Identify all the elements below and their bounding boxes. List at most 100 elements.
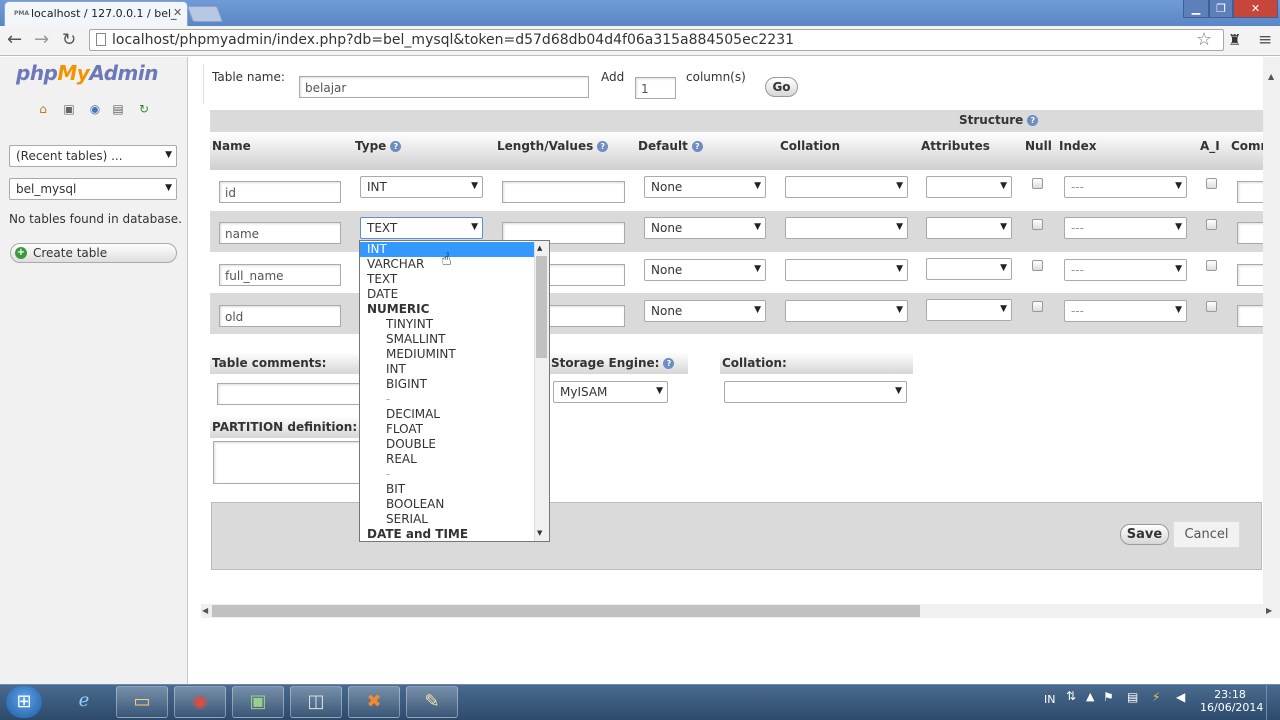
partition-textarea[interactable] (213, 441, 363, 484)
notepad-icon[interactable]: ✎ (406, 686, 458, 718)
create-table-button[interactable]: Create table (10, 243, 177, 263)
chrome-icon[interactable]: ◉ (174, 686, 226, 718)
browser-tab[interactable]: localhost / 127.0.0.1 / bel_ (4, 1, 188, 26)
type-option[interactable]: BIT (360, 482, 535, 497)
reload-icon[interactable]: ↻ (62, 31, 76, 49)
save-button[interactable]: Save (1120, 524, 1169, 545)
ai-checkbox[interactable] (1206, 301, 1217, 312)
type-option[interactable]: REAL (360, 452, 535, 467)
minimize-button[interactable]: ▁ (1183, 0, 1209, 18)
type-option[interactable]: TINYINT (360, 317, 535, 332)
column-attributes-select[interactable]: ▼ (926, 217, 1012, 239)
show-hidden-icons[interactable]: ▲ (1086, 690, 1094, 703)
help-icon[interactable]: ? (597, 141, 609, 152)
column-type-select[interactable]: TEXT ▼ (360, 217, 483, 239)
action-center-icon[interactable]: ⚑ (1103, 690, 1114, 704)
volume-icon[interactable]: ◀ (1176, 690, 1185, 704)
column-index-select[interactable]: --- ▼ (1064, 176, 1187, 198)
database-select[interactable]: bel_mysql ▼ (9, 178, 177, 200)
type-option[interactable]: - (360, 467, 535, 482)
camera-icon[interactable]: ◫ (290, 686, 342, 718)
ai-checkbox[interactable] (1206, 178, 1217, 189)
phpmyadmin-logo[interactable]: phpMyAdmin (16, 61, 158, 85)
type-option[interactable]: MEDIUMINT (360, 347, 535, 362)
column-collation-select[interactable]: ▼ (785, 300, 908, 322)
column-index-select[interactable]: --- ▼ (1064, 217, 1187, 239)
xampp-icon[interactable]: ✖ (348, 686, 400, 718)
device-tray-icon[interactable]: ▤ (1127, 690, 1138, 704)
scroll-down-icon[interactable]: ▼ (537, 529, 542, 537)
help-icon[interactable]: ? (691, 141, 703, 152)
null-checkbox[interactable] (1032, 178, 1043, 189)
column-length-input[interactable] (502, 181, 625, 203)
column-name-input[interactable]: full_name (219, 264, 341, 286)
address-bar[interactable]: localhost/phpmyadmin/index.php?db=bel_my… (89, 29, 1224, 51)
column-collation-select[interactable]: ▼ (785, 217, 908, 239)
go-button[interactable]: Go (765, 77, 798, 97)
column-collation-select[interactable]: ▼ (785, 259, 908, 281)
cancel-button[interactable]: Cancel (1173, 521, 1240, 548)
reload-navigation-icon[interactable]: ↻ (137, 102, 151, 116)
home-icon[interactable]: ⌂ (36, 102, 50, 116)
storage-engine-select[interactable]: MyISAM ▼ (553, 381, 668, 403)
column-collation-select[interactable]: ▼ (785, 176, 908, 198)
close-window-button[interactable]: ✕ (1233, 0, 1278, 18)
type-option[interactable]: DOUBLE (360, 437, 535, 452)
extension-icon[interactable]: ♜ (1228, 31, 1241, 49)
scroll-up-icon[interactable]: ▲ (537, 244, 542, 252)
type-option[interactable]: - (360, 392, 535, 407)
help-icon[interactable]: ? (663, 358, 675, 369)
dropdown-scroll-thumb[interactable] (536, 256, 547, 358)
column-default-select[interactable]: None ▼ (644, 259, 766, 281)
table-comments-input[interactable] (217, 383, 367, 405)
show-desktop-button[interactable] (1266, 685, 1280, 720)
table-collation-select[interactable]: ▼ (724, 381, 907, 403)
type-option[interactable]: DATE (360, 287, 535, 302)
column-name-input[interactable]: id (219, 181, 341, 203)
tab-close-icon[interactable]: ✕ (173, 6, 182, 19)
bookmark-star-icon[interactable]: ☆ (1196, 29, 1212, 50)
type-option[interactable]: TEXT (360, 272, 535, 287)
recent-tables-select[interactable]: (Recent tables) ... ▼ (9, 145, 177, 167)
internet-explorer-icon[interactable]: ℯ (58, 686, 110, 718)
back-icon[interactable]: ← (7, 31, 22, 49)
vertical-scrollbar[interactable] (1263, 57, 1280, 604)
column-default-select[interactable]: None ▼ (644, 300, 766, 322)
maximize-button[interactable]: ❐ (1209, 0, 1233, 18)
table-name-input[interactable]: belajar (299, 76, 589, 98)
column-name-input[interactable]: name (219, 222, 341, 244)
scroll-right-icon[interactable]: ▶ (1266, 606, 1272, 615)
menu-icon[interactable]: ≡ (1258, 30, 1272, 50)
column-index-select[interactable]: --- ▼ (1064, 300, 1187, 322)
help-icon[interactable]: ? (1027, 115, 1039, 126)
file-explorer-icon[interactable]: ▭ (116, 686, 168, 718)
null-checkbox[interactable] (1032, 260, 1043, 271)
help-icon[interactable]: ? (390, 141, 402, 152)
null-checkbox[interactable] (1032, 301, 1043, 312)
column-default-select[interactable]: None ▼ (644, 176, 766, 198)
type-option[interactable]: FLOAT (360, 422, 535, 437)
type-option[interactable]: BIGINT (360, 377, 535, 392)
type-option[interactable]: DECIMAL (360, 407, 535, 422)
type-option[interactable]: BOOLEAN (360, 497, 535, 512)
type-option[interactable]: INT (360, 362, 535, 377)
terminal-icon[interactable]: ▣ (232, 686, 284, 718)
add-columns-input[interactable]: 1 (635, 77, 676, 99)
column-attributes-select[interactable]: ▼ (926, 176, 1012, 198)
type-dropdown-list[interactable]: INT VARCHAR TEXT DATE NUMERIC TINYINT SMALLINT… (359, 240, 550, 542)
clock[interactable]: 23:18 16/06/2014 (1200, 688, 1263, 714)
column-attributes-select[interactable]: ▼ (926, 258, 1012, 280)
column-default-select[interactable]: None ▼ (644, 217, 766, 239)
column-type-select[interactable]: INT ▼ (360, 176, 483, 198)
type-option[interactable]: SERIAL (360, 512, 535, 527)
column-name-input[interactable]: old (219, 305, 341, 327)
network-tray-icon[interactable]: ⇅ (1066, 689, 1076, 703)
type-option[interactable]: SMALLINT (360, 332, 535, 347)
start-button[interactable]: ⊞ (6, 686, 42, 718)
new-tab-button[interactable] (187, 6, 223, 22)
horizontal-scroll-thumb[interactable] (212, 605, 920, 617)
ai-checkbox[interactable] (1206, 219, 1217, 230)
scroll-left-icon[interactable]: ◀ (202, 606, 208, 615)
scroll-up-icon[interactable]: ▲ (1268, 72, 1274, 81)
query-window-icon[interactable]: ◉ (88, 102, 102, 116)
